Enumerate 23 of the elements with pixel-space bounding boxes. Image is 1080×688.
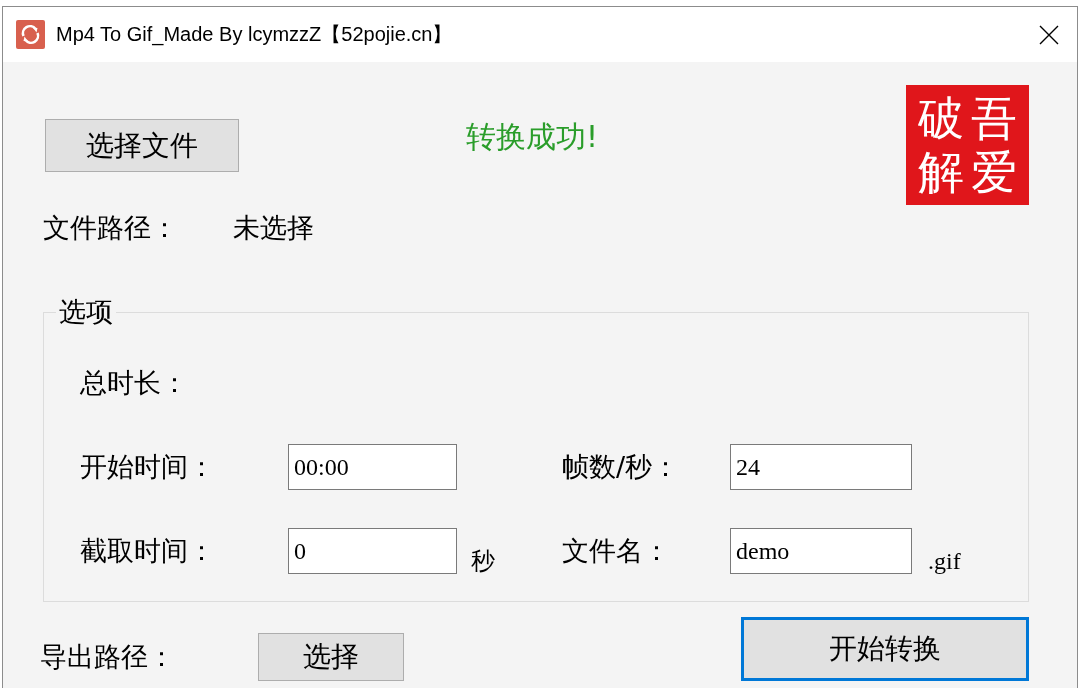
field-label: 帧数/秒： <box>562 452 681 482</box>
export-path-label: 导出路径： <box>40 642 176 672</box>
file-path-value: 未选择 <box>233 213 314 243</box>
input-field[interactable]: 24 <box>730 444 912 490</box>
unit-label: .gif <box>928 547 962 576</box>
choose-button[interactable]: 选择 <box>258 633 404 681</box>
field-label: 开始时间： <box>80 452 216 482</box>
status-message: 转换成功! <box>466 119 599 155</box>
group-title: 选项 <box>58 297 114 327</box>
convert-button[interactable]: 开始转换 <box>741 617 1029 681</box>
select-file-button[interactable]: 选择文件 <box>45 119 239 172</box>
file-path-label: 文件路径： <box>43 213 179 243</box>
close-icon[interactable] <box>1039 24 1059 45</box>
field-label: 截取时间： <box>80 536 216 566</box>
window-title: Mp4 To Gif_Made By lcymzzZ【52pojie.cn】 <box>56 22 453 48</box>
input-field[interactable]: demo <box>730 528 912 574</box>
input-field[interactable]: 00:00 <box>288 444 457 490</box>
field-label: 文件名： <box>562 536 671 566</box>
input-field[interactable]: 0 <box>288 528 457 574</box>
seal-logo: 吾爱破解 <box>906 85 1029 205</box>
unit-label: 秒 <box>471 546 496 576</box>
duration-label: 总时长： <box>80 368 188 398</box>
circular-arrows-icon <box>16 20 45 49</box>
